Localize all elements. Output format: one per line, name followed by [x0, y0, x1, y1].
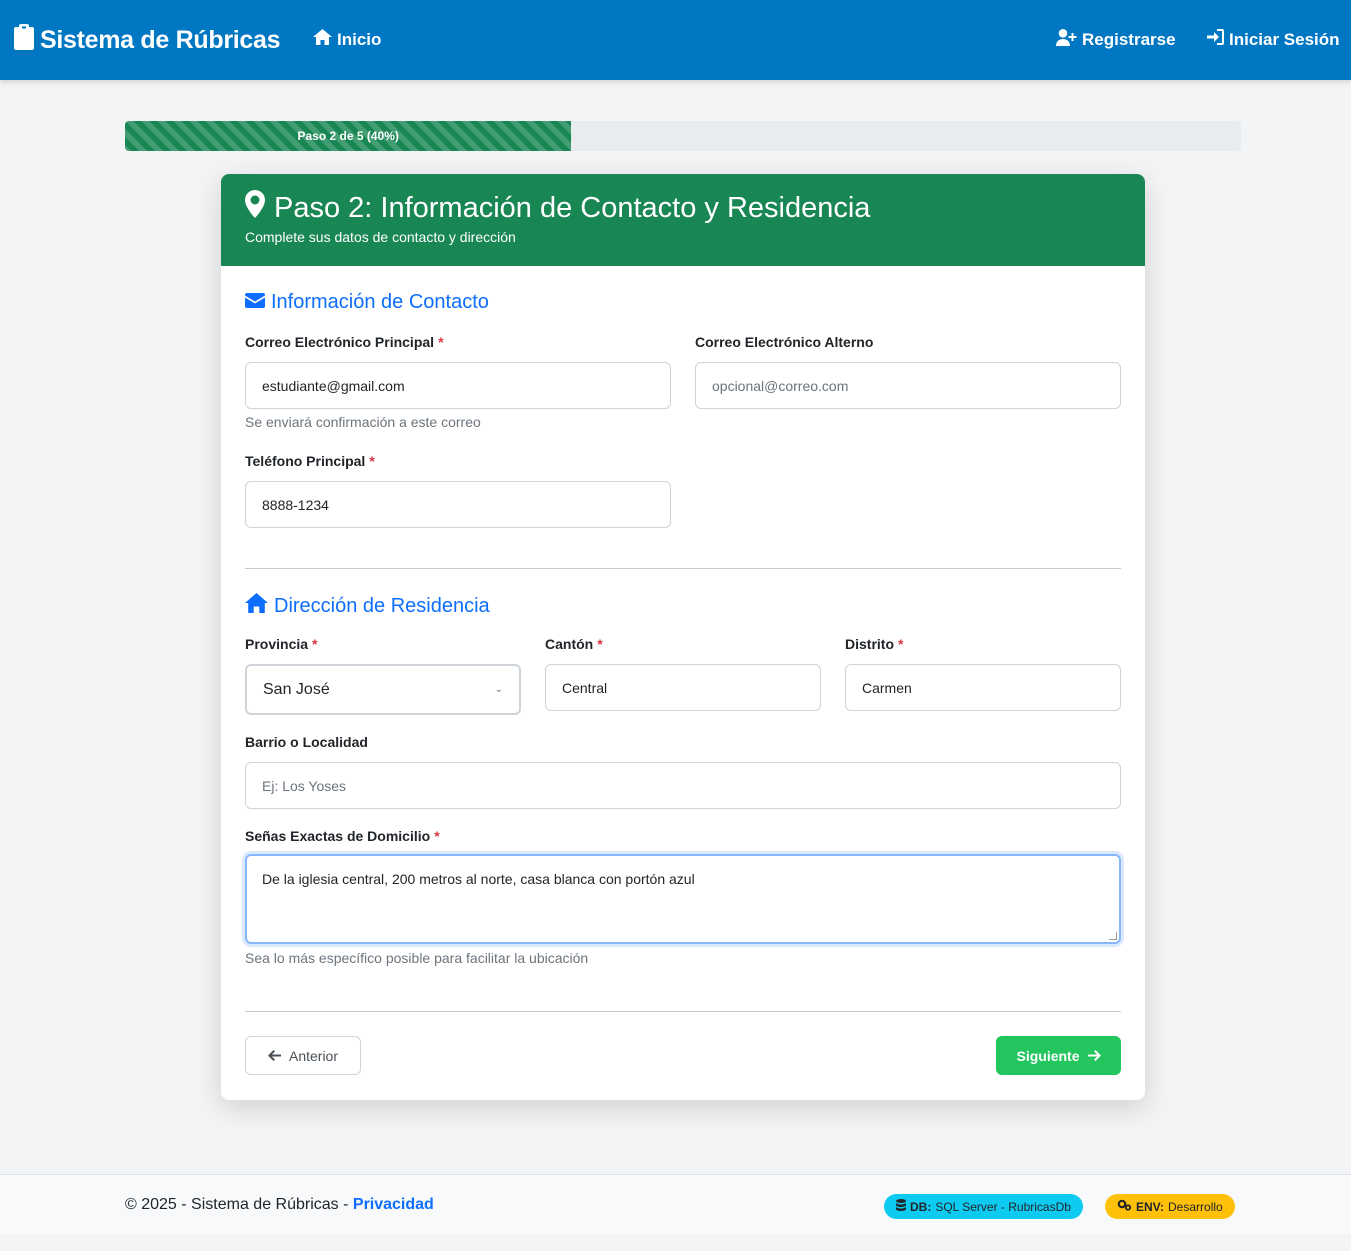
card-header: Paso 2: Información de Contacto y Reside… — [221, 174, 1145, 266]
section-title-contacto-text: Información de Contacto — [271, 291, 489, 313]
alt-email-label: Correo Electrónico Alterno — [695, 334, 873, 350]
phone-field[interactable]: 8888-1234 — [245, 481, 671, 528]
nav-registrarse-label: Registrarse — [1082, 30, 1176, 49]
previous-button-label: Anterior — [288, 1047, 339, 1064]
canton-label-text: Cantón — [545, 636, 594, 652]
email-field[interactable]: estudiante@gmail.com — [245, 362, 671, 409]
home-icon — [313, 29, 332, 50]
gears-icon — [1117, 1199, 1132, 1214]
card-title-text: Paso 2: Información de Contacto y Reside… — [274, 191, 871, 224]
email-label-text: Correo Electrónico Principal — [245, 334, 435, 350]
card-subtitle: Complete sus datos de contacto y direcci… — [245, 229, 516, 245]
senas-value: De la iglesia central, 200 metros al nor… — [262, 871, 695, 887]
user-plus-icon — [1056, 29, 1077, 51]
next-button-label: Siguiente — [1016, 1047, 1080, 1064]
map-marker-icon — [245, 190, 265, 226]
env-key: ENV: — [1136, 1199, 1165, 1214]
section-title-residencia-text: Dirección de Residencia — [274, 594, 490, 617]
clipboard-check-icon — [14, 24, 34, 57]
barrio-field[interactable]: Ej: Los Yoses — [245, 762, 1121, 809]
form-card: Paso 2: Información de Contacto y Reside… — [221, 174, 1145, 1100]
brand[interactable]: Sistema de Rúbricas — [14, 24, 281, 57]
navbar: Sistema de Rúbricas Inicio Registrarse I… — [0, 0, 1351, 80]
provincia-label: Provincia * — [245, 636, 317, 652]
resize-handle[interactable] — [1109, 932, 1117, 940]
database-icon — [896, 1199, 906, 1214]
copyright: © 2025 - Sistema de Rúbricas - — [125, 1196, 353, 1213]
brand-label: Sistema de Rúbricas — [40, 26, 281, 54]
section-title-contacto: Información de Contacto — [245, 291, 489, 314]
nav-inicio-label: Inicio — [337, 29, 382, 49]
actions-divider — [245, 1011, 1121, 1012]
required-mark: * — [312, 636, 318, 652]
canton-field[interactable]: Central — [545, 664, 821, 711]
barrio-label-text: Barrio o Localidad — [245, 734, 368, 750]
alt-email-placeholder: opcional@correo.com — [712, 377, 849, 394]
provincia-label-text: Provincia — [245, 636, 309, 652]
footer: © 2025 - Sistema de Rúbricas - Privacida… — [0, 1174, 1351, 1234]
house-icon — [245, 593, 268, 619]
email-label: Correo Electrónico Principal * — [245, 334, 444, 350]
alt-email-field[interactable]: opcional@correo.com — [695, 362, 1121, 409]
footer-text: © 2025 - Sistema de Rúbricas - Privacida… — [125, 1196, 434, 1214]
phone-label: Teléfono Principal * — [245, 453, 375, 469]
email-value: estudiante@gmail.com — [262, 377, 405, 394]
nav-registrarse[interactable]: Registrarse — [1056, 29, 1176, 51]
db-value: SQL Server - RubricasDb — [935, 1199, 1071, 1214]
senas-label-text: Señas Exactas de Domicilio — [245, 828, 431, 844]
section-title-residencia: Dirección de Residencia — [245, 593, 490, 619]
nav-inicio[interactable]: Inicio — [313, 29, 381, 50]
card-title: Paso 2: Información de Contacto y Reside… — [245, 190, 870, 226]
required-mark: * — [438, 334, 444, 350]
distrito-value: Carmen — [862, 679, 912, 696]
envelope-icon — [245, 291, 265, 314]
phone-value: 8888-1234 — [262, 496, 329, 513]
provincia-select[interactable]: San José ⌄ — [245, 664, 521, 715]
required-mark: * — [434, 828, 440, 844]
alt-email-label-text: Correo Electrónico Alterno — [695, 334, 874, 350]
progress-bar-fill: Paso 2 de 5 (40%) — [125, 121, 572, 151]
required-mark: * — [898, 636, 904, 652]
distrito-label-text: Distrito — [845, 636, 894, 652]
canton-label: Cantón * — [545, 636, 603, 652]
nav-iniciar-sesion[interactable]: Iniciar Sesión — [1207, 29, 1340, 50]
barrio-label: Barrio o Localidad — [245, 734, 368, 750]
arrow-right-icon — [1087, 1048, 1101, 1064]
barrio-placeholder: Ej: Los Yoses — [262, 777, 347, 794]
email-help: Se enviará confirmación a este correo — [245, 414, 481, 430]
distrito-label: Distrito * — [845, 636, 903, 652]
next-button[interactable]: Siguiente — [996, 1036, 1121, 1075]
step-progress: Paso 2 de 5 (40%) — [125, 121, 1241, 151]
nav-login-label: Iniciar Sesión — [1229, 29, 1340, 49]
senas-label: Señas Exactas de Domicilio * — [245, 828, 440, 844]
chevron-down-icon: ⌄ — [494, 684, 503, 695]
env-badge: ENV: Desarrollo — [1105, 1194, 1235, 1219]
senas-help: Sea lo más específico posible para facil… — [245, 950, 589, 966]
provincia-value: San José — [263, 680, 330, 698]
sign-in-icon — [1207, 29, 1224, 50]
required-mark: * — [597, 636, 603, 652]
senas-textarea[interactable]: De la iglesia central, 200 metros al nor… — [245, 854, 1121, 944]
previous-button[interactable]: Anterior — [245, 1036, 361, 1075]
db-key: DB: — [910, 1199, 932, 1214]
arrow-left-icon — [267, 1048, 281, 1064]
phone-label-text: Teléfono Principal — [245, 453, 366, 469]
env-value: Desarrollo — [1168, 1199, 1223, 1214]
progress-label: Paso 2 de 5 (40%) — [297, 129, 399, 143]
section-divider — [245, 568, 1121, 569]
db-badge: DB: SQL Server - RubricasDb — [884, 1194, 1083, 1219]
distrito-field[interactable]: Carmen — [845, 664, 1121, 711]
privacy-link[interactable]: Privacidad — [353, 1196, 434, 1213]
required-mark: * — [369, 453, 375, 469]
canton-value: Central — [562, 679, 608, 696]
